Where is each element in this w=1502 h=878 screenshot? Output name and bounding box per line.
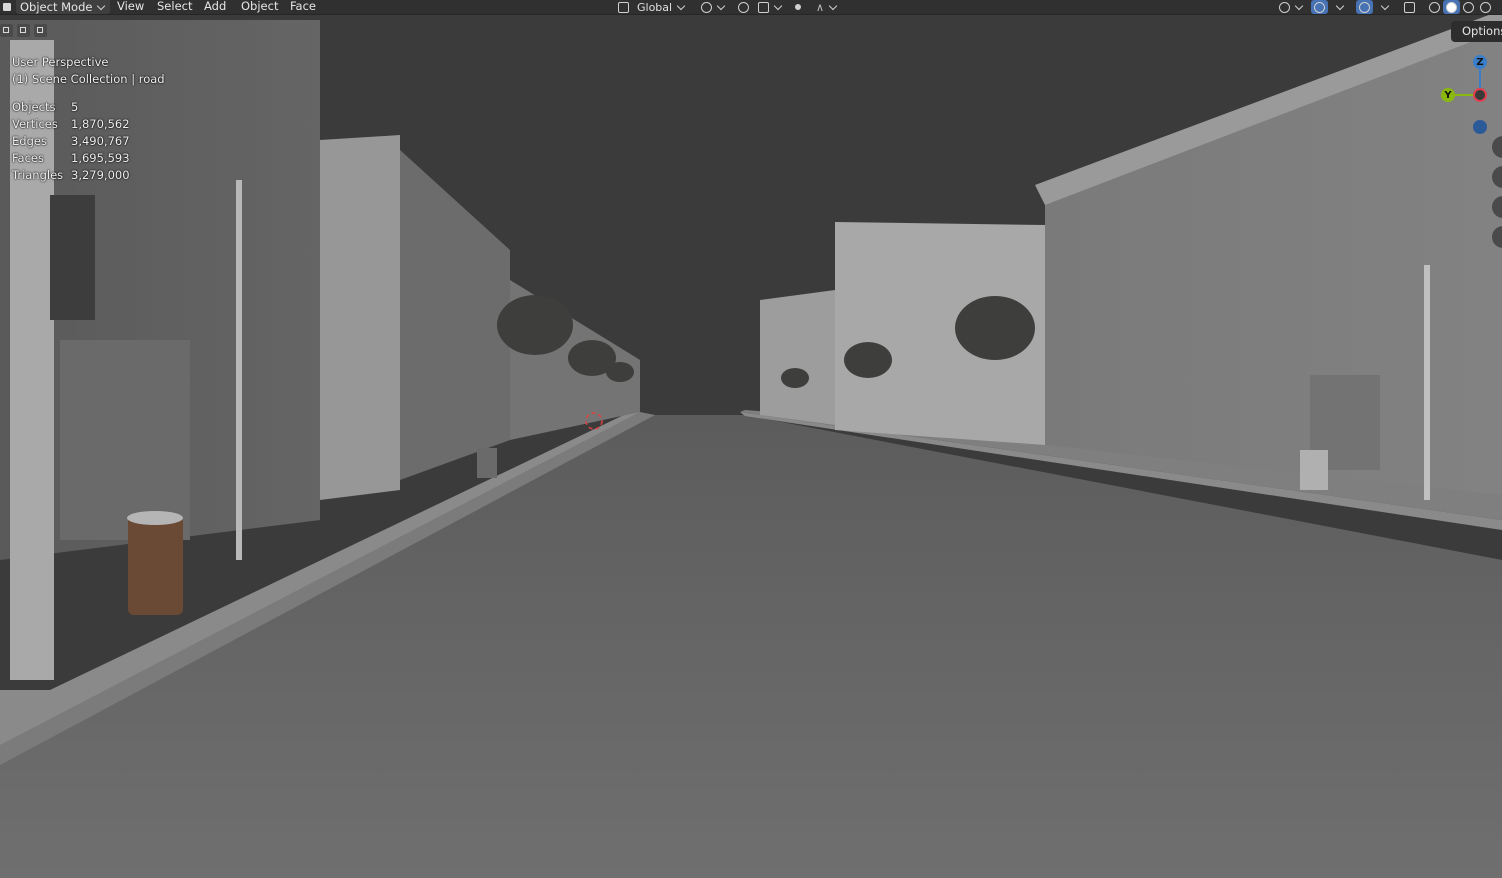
rendered-shading-icon <box>1480 1 1491 13</box>
trash-can-lid <box>127 511 183 525</box>
pivot-point-dropdown[interactable] <box>698 0 729 14</box>
stat-row: Faces 1,695,593 <box>12 150 165 167</box>
left-building-corner <box>320 135 400 500</box>
trash-can-right <box>1300 450 1328 490</box>
chevron-down-icon <box>716 1 726 10</box>
axis-y-handle[interactable]: Y <box>1441 88 1455 102</box>
chevron-down-icon <box>1380 1 1390 10</box>
axis-z-handle[interactable]: Z <box>1473 55 1487 69</box>
stat-row: Objects 5 <box>12 99 165 116</box>
proportional-edit-toggle[interactable] <box>792 0 804 14</box>
transform-orientation-dropdown[interactable]: Global <box>615 0 689 14</box>
street-lamp-right <box>1424 265 1430 500</box>
wireframe-shading-icon <box>1429 1 1440 13</box>
object-mode-icon <box>3 3 11 11</box>
stat-value: 1,695,593 <box>71 151 130 165</box>
trash-can-far <box>477 448 497 478</box>
select-extend-icon[interactable] <box>17 24 30 37</box>
right-building-far <box>760 290 835 425</box>
stat-row: Triangles 3,279,000 <box>12 167 165 184</box>
snap-toggle[interactable] <box>735 0 752 14</box>
3d-viewport[interactable] <box>0 0 1502 878</box>
stat-label: Vertices <box>12 117 58 131</box>
axis-neg-z-handle[interactable] <box>1473 120 1487 134</box>
chevron-down-icon <box>828 1 838 10</box>
collection-label: (1) Scene Collection | road <box>12 72 165 86</box>
options-button[interactable]: Options <box>1451 21 1502 42</box>
mode-dropdown[interactable]: Object Mode <box>16 0 111 14</box>
material-shading-button[interactable] <box>1460 0 1477 14</box>
material-shading-icon <box>1463 1 1474 13</box>
stat-row: Vertices 1,870,562 <box>12 116 165 133</box>
stat-value: 3,279,000 <box>71 168 130 182</box>
solid-shading-icon <box>1446 1 1457 13</box>
snap-increment-icon <box>758 1 769 13</box>
proportional-falloff-dropdown[interactable]: ∧ <box>813 0 841 14</box>
stat-value: 3,490,767 <box>71 134 130 148</box>
street-lamp-left <box>236 180 242 560</box>
perspective-label: User Perspective <box>12 55 109 69</box>
overlay-toggle-icon <box>1359 1 1370 13</box>
snap-magnet-icon <box>738 1 749 13</box>
viewport-header: Object Mode View Select Add Object Face … <box>0 0 1502 15</box>
camera-view-button[interactable] <box>1492 196 1502 218</box>
menu-select[interactable]: Select <box>157 0 192 14</box>
traffic-signal <box>50 195 95 320</box>
falloff-curve-icon: ∧ <box>816 0 825 14</box>
gizmo-toggle-icon <box>1314 1 1325 13</box>
stat-row: Edges 3,490,767 <box>12 133 165 150</box>
chevron-down-icon <box>773 1 783 10</box>
pivot-point-icon <box>701 1 712 13</box>
xray-toggle[interactable] <box>1401 0 1418 14</box>
menu-view[interactable]: View <box>117 0 144 14</box>
chevron-down-icon <box>1294 1 1304 10</box>
stat-label: Triangles <box>12 168 64 182</box>
solid-shading-button[interactable] <box>1443 0 1460 14</box>
chevron-down-icon <box>1335 1 1345 10</box>
chevron-down-icon <box>97 1 106 10</box>
menu-add[interactable]: Add <box>204 0 226 14</box>
stat-label: Objects <box>12 100 56 114</box>
mode-selector[interactable]: Object Mode <box>0 0 111 14</box>
select-new-icon[interactable] <box>0 24 13 37</box>
stat-label: Faces <box>12 151 44 165</box>
gizmo-toggle[interactable] <box>1311 0 1348 14</box>
pan-button[interactable] <box>1492 166 1502 188</box>
eye-icon <box>1279 1 1290 13</box>
navigation-gizmo[interactable]: Z Y <box>1436 54 1500 138</box>
trash-can <box>128 515 183 615</box>
left-storefront <box>60 340 190 540</box>
stat-label: Edges <box>12 134 47 148</box>
perspective-toggle-button[interactable] <box>1492 226 1502 248</box>
stat-value: 1,870,562 <box>71 117 130 131</box>
mode-label: Object Mode <box>20 0 93 14</box>
snap-target-dropdown[interactable] <box>755 0 786 14</box>
scene-statistics: Objects 5 Vertices 1,870,562 Edges 3,490,76… <box>12 99 165 184</box>
select-subtract-icon[interactable] <box>34 24 47 37</box>
orientation-label: Global <box>637 0 673 14</box>
navigation-buttons <box>1492 136 1502 256</box>
viewport-render <box>0 0 1502 878</box>
visibility-dropdown[interactable] <box>1276 0 1307 14</box>
shading-mode-buttons <box>1426 0 1494 14</box>
xray-icon <box>1404 1 1415 13</box>
menu-object[interactable]: Object <box>241 0 278 14</box>
viewport-text-overlay: User Perspective (1) Scene Collection | … <box>12 54 165 184</box>
transform-orientation-icon <box>618 1 629 13</box>
stat-value: 5 <box>71 100 79 114</box>
selection-mode-buttons <box>0 24 47 37</box>
overlay-toggle[interactable] <box>1356 0 1393 14</box>
axis-x-handle[interactable] <box>1473 88 1487 102</box>
proportional-edit-icon <box>795 4 801 10</box>
rendered-shading-button[interactable] <box>1477 0 1494 14</box>
wireframe-shading-button[interactable] <box>1426 0 1443 14</box>
chevron-down-icon <box>676 1 686 10</box>
menu-face[interactable]: Face <box>290 0 316 14</box>
zoom-button[interactable] <box>1492 136 1502 158</box>
